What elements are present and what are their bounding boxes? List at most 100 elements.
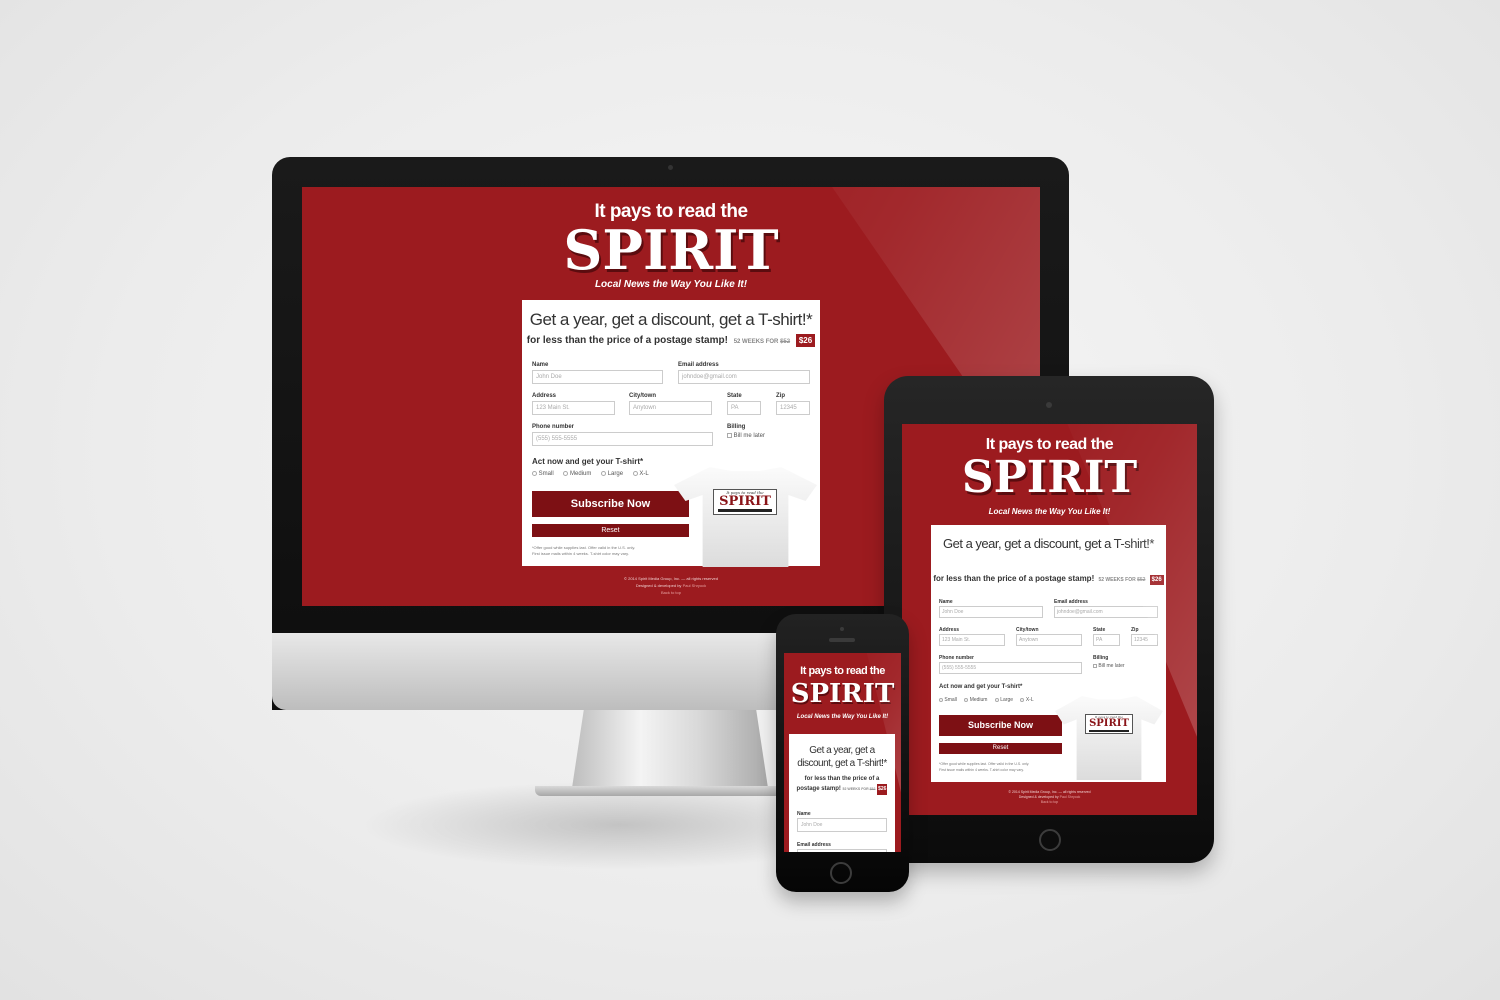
size-large[interactable]: Large: [994, 697, 1013, 703]
tshirt-print: It pays to read the SPIRIT: [1085, 714, 1133, 734]
email-label: Email address: [797, 842, 831, 848]
radio-icon[interactable]: [601, 471, 607, 476]
subscribe-button[interactable]: Subscribe Now: [532, 491, 689, 517]
email-label: Email address: [1054, 599, 1088, 605]
email-label: Email address: [678, 362, 719, 368]
zip-input[interactable]: 12345: [776, 401, 810, 415]
subscribe-button[interactable]: Subscribe Now: [939, 715, 1062, 736]
city-label: City/town: [1016, 627, 1039, 633]
site-logo[interactable]: SPIRIT: [784, 681, 901, 707]
offer-weeks: 52 WEEKS FOR $52: [734, 339, 790, 345]
zip-label: Zip: [776, 393, 785, 399]
size-xl[interactable]: X-L: [1020, 697, 1034, 703]
footer-designer-link[interactable]: Paul Shryock: [1060, 795, 1081, 799]
size-xl[interactable]: X-L: [632, 471, 649, 477]
size-small[interactable]: Small: [532, 471, 554, 477]
old-price: $52: [780, 339, 791, 345]
offer-headline: Get a year, get a discount, get a T-shir…: [943, 536, 1154, 551]
monitor-stand-base: [535, 786, 805, 796]
name-label: Name: [939, 599, 953, 605]
size-large[interactable]: Large: [601, 471, 623, 477]
phone-home-button: [830, 862, 852, 884]
price-badge: $26: [1149, 575, 1164, 585]
site-slogan: Local News the Way You Like It!: [594, 279, 748, 290]
monitor-stand: [572, 710, 768, 788]
weeks-text: 52 WEEKS FOR: [733, 339, 779, 345]
city-input[interactable]: Anytown: [1016, 634, 1082, 646]
offer-subline: for less than the price of a postage sta…: [931, 574, 1166, 585]
radio-icon[interactable]: [994, 697, 999, 702]
tshirt-label: Act now and get your T-shirt*: [532, 457, 644, 466]
size-large-label: Large: [607, 471, 624, 478]
address-input[interactable]: 123 Main St.: [532, 401, 615, 415]
name-input[interactable]: John Doe: [532, 370, 663, 384]
address-label: Address: [532, 393, 557, 399]
offer-subline: for less than the price of a postage sta…: [522, 334, 820, 347]
footer: © 2014 Spirit Media Group, Inc. — all ri…: [902, 790, 1197, 804]
size-small-label: Small: [538, 471, 554, 478]
size-options: Small Medium Large X-L: [532, 471, 649, 477]
tablet-camera-icon: [1046, 402, 1052, 408]
zip-input[interactable]: 12345: [1131, 634, 1158, 646]
site-logo[interactable]: SPIRIT: [302, 223, 1040, 277]
radio-icon[interactable]: [1020, 697, 1025, 702]
bill-later-option[interactable]: Bill me later: [1093, 663, 1125, 669]
tshirt-image: It pays to read the SPIRIT: [674, 467, 817, 567]
offer-weeks: 52 WEEKS FOR $52: [843, 787, 876, 791]
phone-input[interactable]: (555) 555-5555: [532, 432, 713, 446]
tshirt-print: It pays to read the SPIRIT: [713, 489, 777, 515]
phone-input[interactable]: (555) 555-5555: [939, 662, 1082, 674]
radio-icon[interactable]: [563, 471, 569, 476]
tshirt-print-logo: SPIRIT: [1089, 718, 1129, 729]
bill-later-checkbox[interactable]: [727, 433, 732, 438]
size-medium[interactable]: Medium: [563, 471, 591, 477]
size-small[interactable]: Small: [939, 697, 957, 703]
size-medium[interactable]: Medium: [964, 697, 987, 703]
bill-later-label: Bill me later: [1098, 663, 1125, 669]
footer-designer-link[interactable]: Paul Shryock: [683, 583, 707, 588]
email-input[interactable]: johndoe@gmail.com: [1054, 606, 1158, 618]
bill-later-checkbox[interactable]: [1093, 663, 1097, 668]
name-input[interactable]: John Doe: [939, 606, 1043, 618]
offer-subline: for less than the price of a postage sta…: [793, 775, 891, 795]
weeks-text: 52 WEEKS FOR: [1098, 577, 1136, 583]
radio-icon[interactable]: [939, 697, 943, 702]
state-input[interactable]: PA: [1093, 634, 1120, 646]
state-input[interactable]: PA: [727, 401, 761, 415]
city-label: City/town: [629, 393, 656, 399]
offer-weeks: 52 WEEKS FOR $52: [1098, 577, 1145, 583]
reset-button[interactable]: Reset: [939, 743, 1062, 754]
fineprint-line-1: *Offer good while supplies last. Offer v…: [532, 545, 636, 550]
subscription-card: Get a year, get a discount, get a T-shir…: [931, 525, 1166, 782]
name-label: Name: [797, 811, 811, 817]
name-input[interactable]: John Doe: [797, 818, 887, 832]
size-small-label: Small: [944, 697, 957, 703]
price-badge: $26: [795, 334, 816, 347]
site-logo[interactable]: SPIRIT: [902, 456, 1197, 500]
fineprint-line-2: First issue mails within 4 weeks. T-shir…: [532, 551, 629, 556]
old-price: $52: [1137, 577, 1146, 583]
city-input[interactable]: Anytown: [629, 401, 712, 415]
address-label: Address: [939, 627, 960, 633]
radio-icon[interactable]: [532, 471, 537, 476]
bill-later-option[interactable]: Bill me later: [727, 433, 765, 439]
tshirt-body: [1055, 696, 1163, 780]
footer-copyright: © 2014 Spirit Media Group, Inc. — all ri…: [1008, 790, 1091, 794]
footer-designed-by: Designed & developed by: [635, 583, 682, 588]
radio-icon[interactable]: [632, 471, 638, 476]
bill-later-label: Bill me later: [733, 433, 766, 440]
radio-icon[interactable]: [964, 697, 969, 702]
tshirt-print-bar: [1089, 730, 1129, 732]
address-input[interactable]: 123 Main St.: [939, 634, 1005, 646]
billing-label: Billing: [727, 424, 746, 430]
footer-designed-by: Designed & developed by: [1018, 795, 1059, 799]
phone-camera-icon: [840, 627, 844, 631]
back-to-top-link[interactable]: Back to top: [902, 800, 1197, 804]
offer-headline: Get a year, get a discount, get a T-shir…: [797, 745, 887, 769]
email-input[interactable]: johndoe@gmail.com: [797, 849, 887, 852]
tshirt-label: Act now and get your T-shirt*: [939, 684, 1023, 690]
email-input[interactable]: johndoe@gmail.com: [678, 370, 810, 384]
phone-label: Phone number: [939, 655, 975, 661]
reset-button[interactable]: Reset: [532, 524, 689, 537]
tshirt-body: [674, 467, 817, 567]
